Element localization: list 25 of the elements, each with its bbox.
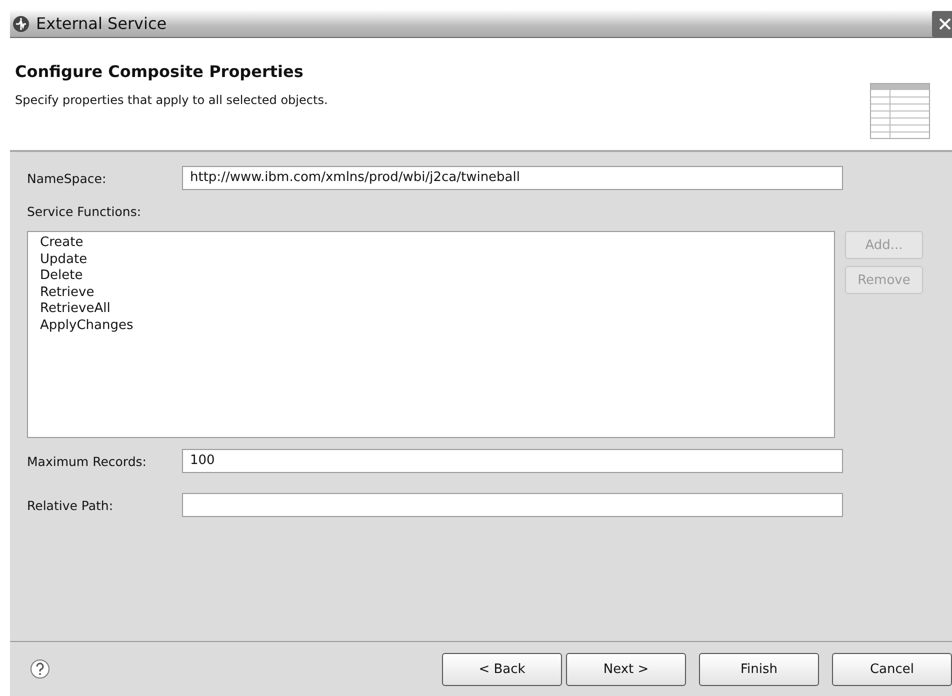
list-item[interactable]: Update bbox=[40, 252, 834, 268]
wizard-button[interactable]: Cancel bbox=[832, 652, 952, 686]
field-label: Service Functions: bbox=[27, 204, 142, 219]
page-title: Configure Composite Properties bbox=[15, 62, 304, 81]
list-item[interactable]: Create bbox=[40, 235, 834, 252]
relative-path-field[interactable] bbox=[182, 493, 843, 517]
wizard-button[interactable]: < Back bbox=[442, 652, 562, 686]
list-item[interactable]: RetrieveAll bbox=[40, 301, 834, 318]
maximum-records-field[interactable]: 100 bbox=[182, 449, 843, 473]
help-icon[interactable] bbox=[30, 659, 50, 679]
app-icon bbox=[12, 14, 30, 32]
table-icon bbox=[870, 83, 930, 139]
list-item[interactable]: Delete bbox=[40, 268, 834, 284]
wizard-button[interactable]: Finish bbox=[699, 652, 819, 686]
wizard-button[interactable]: Next > bbox=[566, 652, 686, 686]
namespace-field[interactable]: http://www.ibm.com/xmlns/prod/wbi/j2ca/twineball bbox=[182, 166, 843, 190]
page-description: Specify properties that apply to all selected objects. bbox=[15, 93, 328, 107]
list-item[interactable]: ApplyChanges bbox=[40, 318, 834, 334]
window-title: External Service bbox=[36, 14, 168, 33]
close-icon bbox=[937, 16, 952, 32]
list-item[interactable]: Retrieve bbox=[40, 284, 834, 301]
field-label: Maximum Records: bbox=[27, 454, 148, 468]
close-button[interactable] bbox=[932, 10, 952, 36]
field-label: NameSpace: bbox=[27, 170, 108, 186]
field-label: Relative Path: bbox=[27, 498, 114, 512]
